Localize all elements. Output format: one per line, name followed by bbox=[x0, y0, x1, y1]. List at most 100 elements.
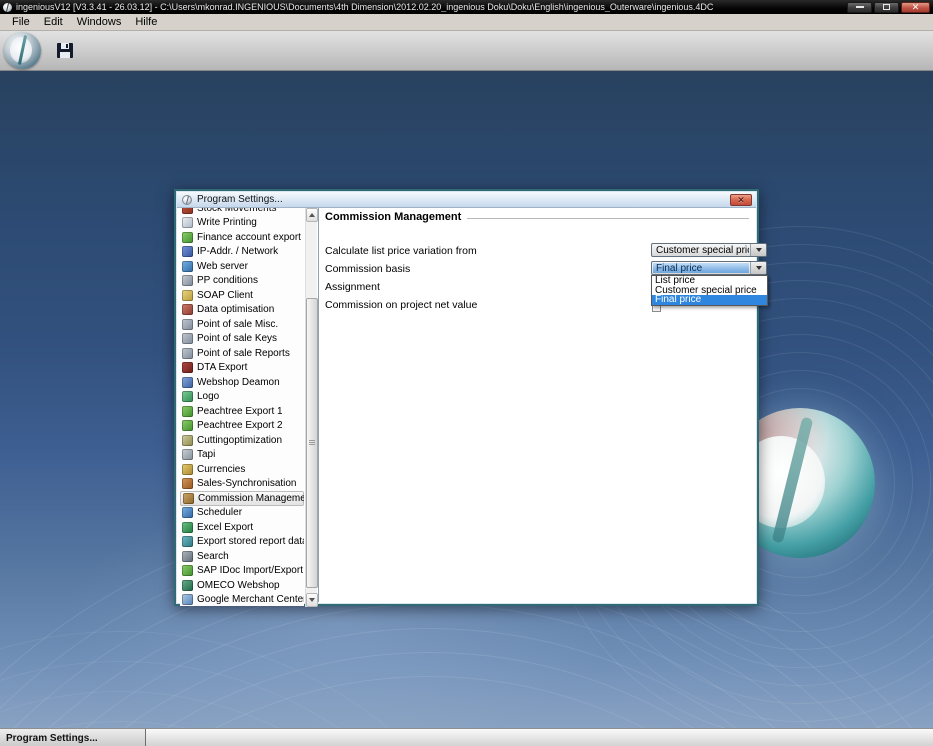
clock-icon bbox=[182, 507, 193, 519]
sidebar-item-label: Tapi bbox=[197, 449, 216, 461]
save-button[interactable] bbox=[56, 42, 74, 59]
scroll-down-button[interactable] bbox=[306, 593, 318, 607]
dropdown-option-final-price[interactable]: Final price bbox=[652, 295, 767, 306]
commission-net-value-label: Commission on project net value bbox=[325, 299, 478, 311]
sidebar-item-point-of-sale-reports[interactable]: Point of sale Reports bbox=[180, 346, 304, 361]
combo-dropdown-button[interactable] bbox=[750, 262, 766, 274]
sidebar-item-label: Webshop Deamon bbox=[197, 376, 280, 388]
scrollbar-grip bbox=[309, 440, 315, 446]
dialog-inner: Program Settings... ✕ Stock Movements Wri… bbox=[176, 191, 768, 607]
sidebar-item-label: Google Merchant Center bbox=[197, 594, 304, 606]
sidebar-item-excel-export[interactable]: Excel Export bbox=[180, 520, 304, 535]
sidebar-item-point-of-sale-misc[interactable]: Point of sale Misc. bbox=[180, 317, 304, 332]
sidebar-item-write-printing[interactable]: Write Printing bbox=[180, 216, 304, 231]
sidebar-item-point-of-sale-keys[interactable]: Point of sale Keys bbox=[180, 332, 304, 347]
dialog-close-button[interactable]: ✕ bbox=[730, 194, 752, 206]
sidebar-item-label: Scheduler bbox=[197, 507, 243, 519]
spreadsheet-icon bbox=[182, 521, 193, 533]
app-title: ingeniousV12 [V3.3.41 - 26.03.12] - C:\U… bbox=[16, 2, 714, 12]
sidebar-item-scheduler[interactable]: Scheduler bbox=[180, 506, 304, 521]
sidebar-item-data-optimisation[interactable]: Data optimisation bbox=[180, 303, 304, 318]
sidebar-item-pp-conditions[interactable]: PP conditions bbox=[180, 274, 304, 289]
image-icon bbox=[182, 391, 193, 403]
sidebar-item-cuttingoptimization[interactable]: Cuttingoptimization bbox=[180, 433, 304, 448]
sidebar-item-web-server[interactable]: Web server bbox=[180, 259, 304, 274]
globe-icon bbox=[182, 260, 193, 272]
export-arrows-icon bbox=[182, 231, 193, 243]
commission-money-icon bbox=[183, 492, 194, 504]
minimize-icon bbox=[855, 6, 864, 8]
assignment-label: Assignment bbox=[325, 281, 380, 293]
sidebar-item-peachtree-export-1[interactable]: Peachtree Export 1 bbox=[180, 404, 304, 419]
sidebar-item-export-stored-report-data[interactable]: Export stored report data bbox=[180, 535, 304, 550]
sync-icon bbox=[182, 478, 193, 490]
sidebar-item-label: Sales-Synchronisation bbox=[197, 478, 297, 490]
sidebar-item-tapi[interactable]: Tapi bbox=[180, 448, 304, 463]
sidebar-item-label: Currencies bbox=[197, 463, 246, 475]
sidebar-item-logo[interactable]: Logo bbox=[180, 390, 304, 405]
export-arrows-icon bbox=[182, 420, 193, 432]
dialog-titlebar[interactable]: Program Settings... ✕ bbox=[177, 192, 756, 208]
sidebar-item-webshop-deamon[interactable]: Webshop Deamon bbox=[180, 375, 304, 390]
toolbar bbox=[0, 31, 933, 71]
sidebar-item-currencies[interactable]: Currencies bbox=[180, 462, 304, 477]
sidebar-item-commission-management[interactable]: Commission Management bbox=[180, 491, 304, 506]
scroll-up-button[interactable] bbox=[306, 208, 318, 222]
calculate-list-price-combo[interactable]: Customer special price bbox=[651, 243, 767, 257]
sidebar-item-label: SOAP Client bbox=[197, 289, 253, 301]
sidebar-item-label: Search bbox=[197, 550, 229, 562]
sidebar-item-label: Write Printing bbox=[197, 217, 257, 229]
sidebar-item-label: Excel Export bbox=[197, 521, 254, 533]
app-titlebar: ingeniousV12 [V3.3.41 - 26.03.12] - C:\U… bbox=[0, 0, 933, 14]
maximize-button[interactable] bbox=[874, 1, 899, 13]
sidebar-item-label: Data optimisation bbox=[197, 304, 275, 316]
sidebar-item-label: Point of sale Keys bbox=[197, 333, 278, 345]
webshop-globe-icon bbox=[182, 579, 193, 591]
sidebar-item-sales-synchronisation[interactable]: Sales-Synchronisation bbox=[180, 477, 304, 492]
sidebar-item-label: DTA Export bbox=[197, 362, 248, 374]
sidebar-item-label: Commission Management bbox=[198, 492, 304, 504]
sidebar-scrollbar[interactable] bbox=[305, 208, 318, 607]
panel-title: Commission Management bbox=[325, 211, 462, 223]
export-arrows-icon bbox=[182, 405, 193, 417]
commission-basis-value: Final price bbox=[653, 263, 749, 273]
chevron-down-icon bbox=[755, 248, 762, 252]
maximize-icon bbox=[883, 4, 890, 10]
header-rule bbox=[467, 217, 749, 219]
cash-register-icon bbox=[182, 333, 193, 345]
sidebar-item-dta-export[interactable]: DTA Export bbox=[180, 361, 304, 376]
import-export-arrows-icon bbox=[182, 565, 193, 577]
sidebar-item-google-merchant-center[interactable]: Google Merchant Center bbox=[180, 593, 304, 607]
combo-dropdown-button[interactable] bbox=[750, 244, 766, 256]
sidebar-item-finance-account-export[interactable]: Finance account export bbox=[180, 230, 304, 245]
minimize-button[interactable] bbox=[847, 1, 872, 13]
program-settings-dialog: Program Settings... ✕ Stock Movements Wri… bbox=[174, 189, 768, 607]
cash-register-icon bbox=[182, 347, 193, 359]
close-button[interactable]: ✕ bbox=[901, 1, 930, 13]
sidebar-item-label: IP-Addr. / Network bbox=[197, 246, 279, 258]
sidebar-item-stock-movements[interactable]: Stock Movements bbox=[180, 208, 304, 216]
cash-register-icon bbox=[182, 318, 193, 330]
menu-edit[interactable]: Edit bbox=[37, 15, 70, 30]
dialog-title: Program Settings... bbox=[197, 194, 283, 205]
menu-file[interactable]: File bbox=[5, 15, 37, 30]
sidebar-item-label: OMECO Webshop bbox=[197, 579, 280, 591]
menu-hilfe[interactable]: Hilfe bbox=[128, 15, 164, 30]
commission-basis-dropdown-list: List price Customer special price Final pr… bbox=[651, 275, 768, 306]
ingenious-logo-icon bbox=[4, 32, 41, 69]
menu-windows[interactable]: Windows bbox=[70, 15, 129, 30]
sidebar-item-omeco-webshop[interactable]: OMECO Webshop bbox=[180, 578, 304, 593]
commission-basis-combo[interactable]: Final price bbox=[651, 261, 767, 275]
taskbar-program-settings-button[interactable]: Program Settings... bbox=[0, 729, 146, 746]
sidebar-item-sap-idoc-import-export[interactable]: SAP IDoc Import/Export bbox=[180, 564, 304, 579]
panel-header: Commission Management bbox=[325, 211, 749, 223]
sidebar-item-ip-addr-network[interactable]: IP-Addr. / Network bbox=[180, 245, 304, 260]
save-icon bbox=[57, 43, 73, 58]
printer-icon bbox=[182, 217, 193, 229]
sidebar-item-soap-client[interactable]: SOAP Client bbox=[180, 288, 304, 303]
scrollbar-thumb[interactable] bbox=[306, 298, 318, 588]
sidebar-item-label: Logo bbox=[197, 391, 220, 403]
dialog-logo-icon bbox=[182, 194, 192, 205]
sidebar-item-peachtree-export-2[interactable]: Peachtree Export 2 bbox=[180, 419, 304, 434]
sidebar-item-search[interactable]: Search bbox=[180, 549, 304, 564]
